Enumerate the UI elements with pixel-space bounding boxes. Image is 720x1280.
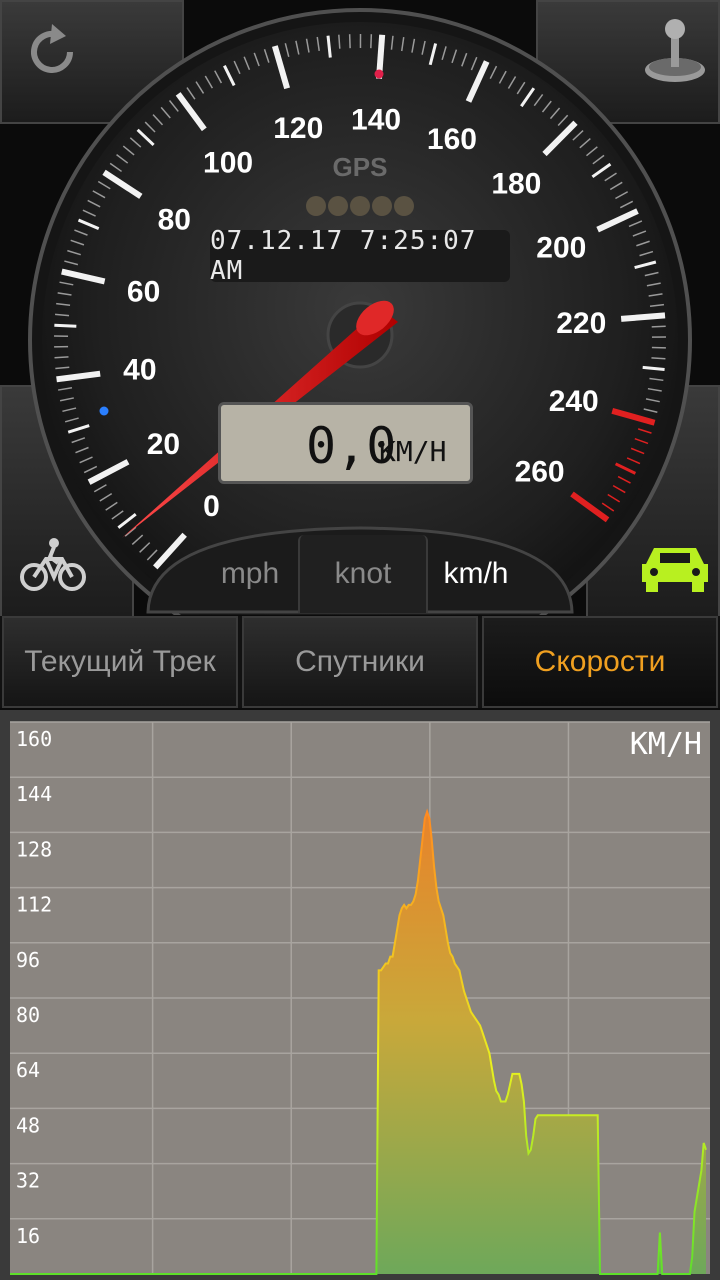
gauge-tick-label: 80 [158,203,191,236]
chart-y-tick-label: 160 [16,727,52,751]
car-icon[interactable] [640,540,710,596]
gauge-minor-tick [370,34,373,49]
gauge-tick-label: 20 [147,428,180,461]
bicycle-icon[interactable] [18,535,88,595]
tab-bar: Текущий Трек Спутники Скорости [0,616,720,708]
gauge-major-tick [620,312,666,322]
max-speed-marker [374,69,384,79]
gauge-tick-label: 0 [203,490,220,523]
unit-kmh-button[interactable]: km/h [424,535,528,613]
unit-mph-button[interactable]: mph [200,535,300,613]
chart-y-tick-label: 144 [16,782,52,806]
chart-y-tick-label: 128 [16,837,52,861]
chart-y-tick-label: 112 [16,893,52,917]
speed-chart: 160 144 128 112 96 80 64 48 32 16 KM/H [10,721,710,1275]
tab-current-track[interactable]: Текущий Трек [2,616,238,708]
gauge-minor-tick [54,356,69,359]
speed-lcd: 0,0 KM/H [218,402,473,484]
gauge-tick-label: 220 [556,307,606,340]
gps-label: GPS [332,152,388,182]
gauge-tick-label: 180 [491,167,541,200]
chart-unit-label: KM/H [630,727,702,762]
chart-y-tick-label: 32 [16,1169,40,1193]
tab-satellites[interactable]: Спутники [242,616,478,708]
gauge-minor-tick [651,325,666,328]
refresh-icon[interactable] [22,22,82,82]
chart-y-tick-label: 80 [16,1003,40,1027]
gauge-tick-label: 200 [536,231,586,264]
gauge-tick-label: 60 [127,275,160,308]
gauge-tick-label: 260 [515,455,565,488]
chart-y-tick-label: 64 [16,1058,40,1082]
gauge-tick-label: 100 [203,146,253,179]
gauge-minor-tick [54,323,77,328]
gauge-minor-tick [338,34,341,49]
tab-speeds[interactable]: Скорости [482,616,718,708]
speed-unit: KM/H [379,435,447,468]
gps-indicator-leds [306,196,414,216]
chart-y-tick-label: 16 [16,1224,40,1248]
speedometer: 0 20 40 60 80 100 120 140 160 180 200 220 240 260 [28,8,692,615]
gauge-tick-label: 160 [427,123,477,156]
datetime-display: 07.12.17 7:25:07 AM [210,226,510,286]
gauge-tick-label: 120 [273,112,323,145]
chart-y-tick-label: 48 [16,1113,40,1137]
chart-y-tick-label: 96 [16,948,40,972]
gauge-tick-label: 140 [351,104,401,137]
gauge-minor-tick [642,365,665,372]
speed-chart-frame: 160 144 128 112 96 80 64 48 32 16 KM/H [0,710,720,1280]
joystick-icon[interactable] [640,15,710,87]
avg-speed-marker [99,406,109,416]
gauge-minor-tick [651,357,666,360]
gauge-tick-label: 40 [123,354,156,387]
unit-knot-button[interactable]: knot [298,535,428,613]
gauge-tick-label: 240 [549,385,599,418]
